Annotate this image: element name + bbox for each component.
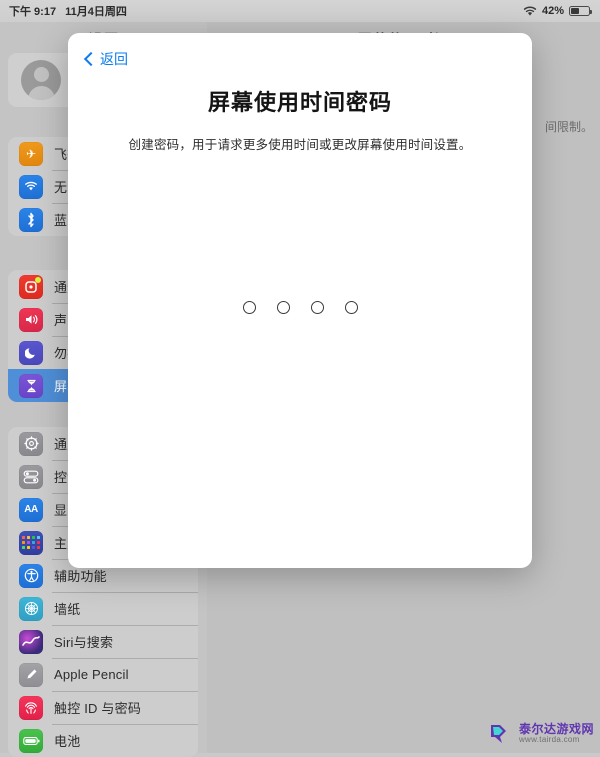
avatar <box>21 60 61 100</box>
status-bar-left: 下午 9:17 11月4日周四 <box>0 3 127 19</box>
text-size-icon: AA <box>19 497 43 522</box>
sidebar-item-label: 电池 <box>54 734 81 749</box>
sidebar-item-3-10[interactable]: 电池 <box>8 724 198 757</box>
detail-pane-text-fragment: 间限制。 <box>544 120 593 134</box>
page-title: 屏幕使用时间密码 <box>207 90 392 115</box>
avatar-head <box>33 67 49 82</box>
hourglass-icon <box>19 373 43 398</box>
status-bar: 下午 9:17 11月4日周四 42% <box>0 0 600 22</box>
sidebar-item-label: Siri与搜索 <box>54 635 114 650</box>
back-button-label: 返回 <box>100 51 128 67</box>
sidebar-item-label: 墙纸 <box>54 602 81 617</box>
chevron-left-icon <box>83 51 99 67</box>
status-date: 11月4日周四 <box>65 6 127 18</box>
passcode-dot-1 <box>242 301 256 314</box>
avatar-body <box>27 86 55 100</box>
sidebar-item-3-9[interactable]: 触控 ID 与密码 <box>8 691 198 724</box>
siri-icon <box>19 629 43 654</box>
accessibility-icon <box>19 563 43 588</box>
sidebar-item-3-6[interactable]: 墙纸 <box>8 592 198 625</box>
notification-badge-dot <box>35 276 41 283</box>
screen-time-passcode-sheet: 返回 屏幕使用时间密码 创建密码，用于请求更多使用时间或更改屏幕使用时间设置。 <box>68 33 532 568</box>
battery-icon <box>19 728 43 753</box>
gear-icon <box>19 431 43 456</box>
battery-percent-label: 42% <box>541 5 564 17</box>
watermark-site-url: www.tairda.com <box>518 735 580 745</box>
moon-icon <box>19 340 43 365</box>
battery-icon <box>569 6 593 16</box>
watermark-logo-icon <box>489 721 515 747</box>
passcode-dot-3 <box>310 301 324 314</box>
pencil-icon <box>19 662 43 687</box>
status-time: 下午 9:17 <box>9 6 57 18</box>
wallpaper-icon <box>19 596 43 621</box>
bluetooth-icon <box>19 207 43 232</box>
sidebar-item-3-8[interactable]: Apple Pencil <box>8 658 198 691</box>
battery-fill <box>571 8 580 14</box>
sidebar-item-label: 触控 ID 与密码 <box>54 701 142 716</box>
touch-id-icon <box>19 695 43 720</box>
wifi-icon <box>19 174 43 199</box>
sliders-icon <box>19 464 43 489</box>
passcode-dot-4 <box>344 301 358 314</box>
sidebar-item-label: 辅助功能 <box>54 569 107 584</box>
home-screen-icon <box>19 530 43 555</box>
sidebar-item-label: Apple Pencil <box>54 667 129 682</box>
watermark-text: 泰尔达游戏网 www.tairda.com <box>518 722 594 745</box>
notifications-icon <box>19 274 43 299</box>
sidebar-item-3-7[interactable]: Siri与搜索 <box>8 625 198 658</box>
airplane-icon: ✈ <box>19 141 43 166</box>
sound-icon <box>19 307 43 332</box>
wifi-icon <box>523 6 537 17</box>
status-bar-right: 42% <box>523 5 600 17</box>
page-subtitle: 创建密码，用于请求更多使用时间或更改屏幕使用时间设置。 <box>128 138 472 152</box>
site-watermark: 泰尔达游戏网 www.tairda.com <box>489 721 594 747</box>
passcode-input[interactable] <box>68 301 532 314</box>
back-button[interactable]: 返回 <box>80 46 132 72</box>
passcode-dot-2 <box>276 301 290 314</box>
